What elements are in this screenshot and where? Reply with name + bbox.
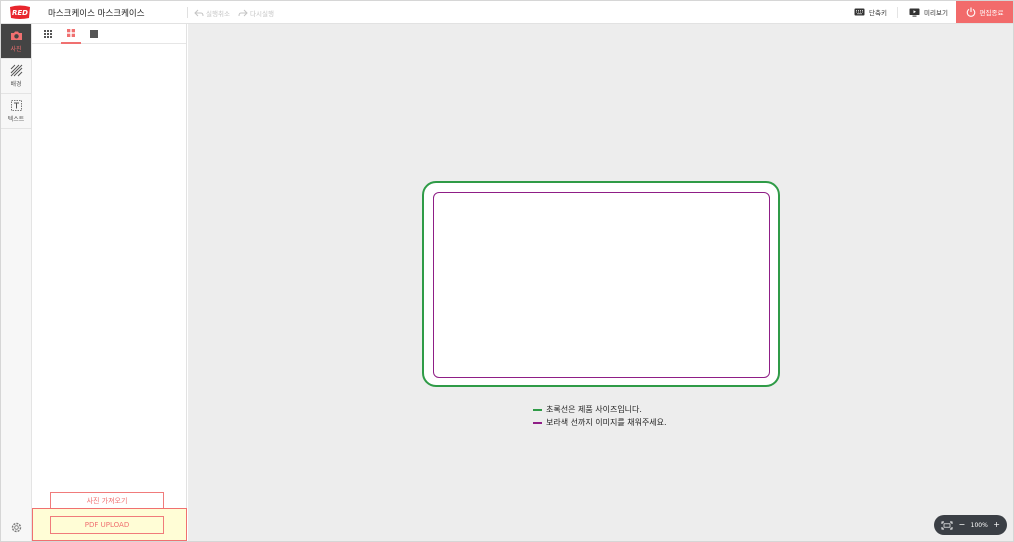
rail-item-background[interactable]: 배경 — [1, 59, 31, 94]
pdf-upload-button[interactable]: PDF UPLOAD — [50, 516, 164, 534]
preview-button[interactable]: 미리보기 — [909, 1, 948, 23]
grid-small-icon — [44, 30, 52, 38]
purple-line-swatch — [533, 421, 542, 424]
exit-editing-button[interactable]: 편집종료 — [956, 1, 1013, 23]
legend-item-product: 초록선은 제품 사이즈입니다. — [533, 403, 667, 416]
zoom-in-button[interactable]: + — [993, 521, 1000, 529]
legend-item-bleed: 보라색 선까지 이미지를 채워주세요. — [533, 416, 667, 429]
power-icon — [966, 7, 975, 17]
editor-app: RED 마스크케이스 마스크케이스 실행취소 다시실행 단축키 미리보기 편집종… — [0, 0, 1014, 542]
redo-button[interactable]: 다시실행 — [238, 6, 274, 19]
legend-text: 보라색 선까지 이미지를 채워주세요. — [546, 418, 667, 427]
fit-screen-icon[interactable] — [941, 521, 953, 530]
green-line-swatch — [533, 408, 542, 411]
text-box-icon — [10, 100, 22, 111]
product-outline[interactable] — [422, 181, 780, 387]
undo-icon — [194, 9, 204, 16]
rail-item-label: 배경 — [10, 81, 22, 88]
legend-text: 초록선은 제품 사이즈입니다. — [546, 405, 642, 414]
undo-button[interactable]: 실행취소 — [194, 6, 230, 19]
keyboard-icon — [854, 8, 865, 16]
rail-item-label: 텍스트 — [7, 116, 25, 123]
monitor-icon — [909, 8, 920, 17]
rail-item-photo[interactable]: 사진 — [1, 24, 31, 59]
red-logo[interactable]: RED — [9, 5, 31, 20]
shortcuts-label: 단축키 — [869, 9, 887, 17]
tab-grid-small[interactable] — [38, 24, 58, 44]
gear-icon[interactable] — [10, 521, 23, 534]
divider — [187, 7, 188, 18]
pdf-upload-highlight: PDF UPLOAD — [32, 508, 187, 541]
single-view-icon — [90, 30, 98, 38]
zoom-control: − 100% + — [934, 515, 1007, 535]
guide-legend: 초록선은 제품 사이즈입니다. 보라색 선까지 이미지를 채워주세요. — [533, 403, 667, 429]
camera-icon — [10, 31, 22, 40]
exit-label: 편집종료 — [979, 9, 1004, 17]
shortcuts-button[interactable]: 단축키 — [854, 1, 887, 23]
undo-label: 실행취소 — [206, 9, 230, 18]
rail-item-label: 사진 — [10, 46, 22, 53]
tab-single-view[interactable] — [84, 24, 104, 44]
tab-grid-large[interactable] — [61, 24, 81, 44]
redo-label: 다시실행 — [250, 9, 274, 18]
redo-icon — [238, 9, 248, 16]
asset-panel: 사진 가져오기 PDF UPLOAD — [32, 24, 187, 541]
svg-text:RED: RED — [12, 9, 28, 17]
grid-large-icon — [67, 29, 75, 37]
background-pattern-icon — [10, 64, 22, 77]
view-tabs — [32, 24, 186, 44]
design-canvas: 초록선은 제품 사이즈입니다. 보라색 선까지 이미지를 채워주세요. − 10… — [188, 24, 1013, 541]
zoom-level: 100% — [970, 521, 988, 529]
top-bar: RED 마스크케이스 마스크케이스 실행취소 다시실행 단축키 미리보기 편집종… — [1, 1, 1013, 24]
tool-rail: 사진 배경 텍스트 — [1, 24, 32, 541]
divider — [897, 7, 898, 18]
bleed-outline — [433, 192, 770, 378]
preview-label: 미리보기 — [924, 9, 948, 17]
document-title: 마스크케이스 마스크케이스 — [48, 9, 145, 19]
zoom-out-button[interactable]: − — [958, 521, 965, 529]
rail-item-text[interactable]: 텍스트 — [1, 94, 31, 129]
